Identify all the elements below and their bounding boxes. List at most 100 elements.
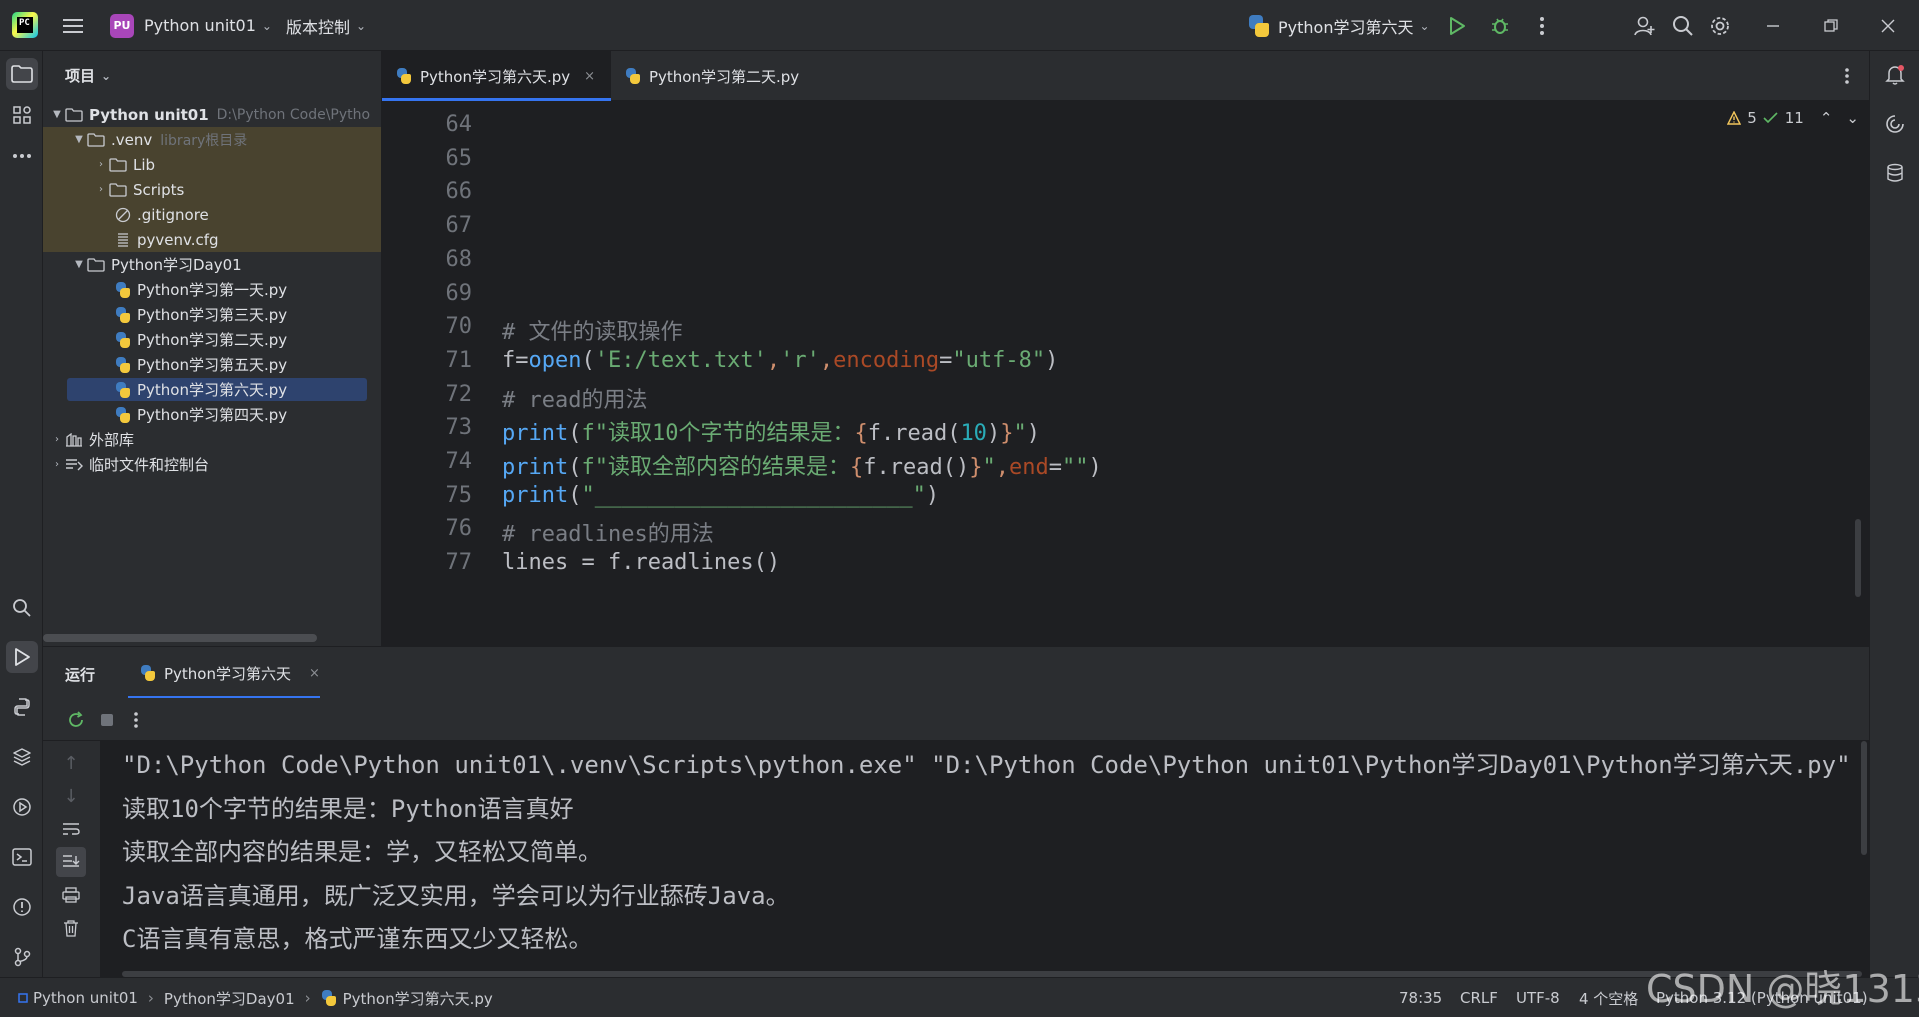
close-run-tab-icon[interactable]: × <box>309 666 320 681</box>
chevron-down-icon[interactable]: ▼ <box>71 134 87 145</box>
console-vertical-scrollbar[interactable] <box>1861 741 1867 855</box>
tree-item-py-file[interactable]: Python学习第四天.py <box>43 402 381 427</box>
project-horizontal-scrollbar[interactable] <box>43 634 317 642</box>
code-token: f"读取全部内容的结果是： <box>581 455 850 480</box>
pycharm-logo-icon[interactable]: PC <box>12 12 38 38</box>
vcs-menu[interactable]: 版本控制 ⌄ <box>286 0 366 51</box>
services-icon[interactable] <box>6 791 38 823</box>
run-tab[interactable]: Python学习第六天 × <box>128 647 320 699</box>
tree-item-project-root[interactable]: ▼ Python unit01 D:\Python Code\Pytho <box>43 102 381 127</box>
tree-item-day01-folder[interactable]: ▼ Python学习Day01 <box>43 252 381 277</box>
tree-item-lib[interactable]: › Lib <box>43 152 381 177</box>
tree-item-external-libraries[interactable]: › 外部库 <box>43 427 381 452</box>
stop-icon[interactable] <box>92 705 122 735</box>
soft-wrap-icon[interactable] <box>56 814 86 844</box>
breadcrumb-item[interactable]: Python unit01 <box>33 989 138 1007</box>
text-file-icon <box>118 232 128 247</box>
tree-item-scripts[interactable]: › Scripts <box>43 177 381 202</box>
editor-vertical-scrollbar[interactable] <box>1855 519 1861 597</box>
python-file-icon <box>396 68 412 84</box>
chevron-down-icon[interactable]: ▼ <box>49 109 65 120</box>
rerun-icon[interactable] <box>61 705 91 735</box>
project-tool-icon[interactable] <box>6 58 38 90</box>
tab-python-day6[interactable]: Python学习第六天.py × <box>382 51 611 101</box>
line-number: 72 <box>445 381 473 407</box>
main-menu-icon[interactable] <box>58 11 88 41</box>
folder-icon <box>65 107 83 122</box>
code-editor[interactable]: 64 65 66 67 68 69 70 71 72 73 74 75 76 77 # 文件的读取操作 f=… <box>382 101 1869 646</box>
chevron-right-icon[interactable]: › <box>93 159 109 170</box>
chevron-down-icon[interactable]: ⌄ <box>1846 109 1859 127</box>
scroll-down-icon[interactable]: ↓ <box>56 781 86 811</box>
run-icon[interactable] <box>1442 11 1472 41</box>
notifications-bell-icon[interactable] <box>1879 59 1911 91</box>
folder-icon <box>87 132 105 147</box>
folder-icon <box>109 157 127 172</box>
restore-icon[interactable] <box>1816 11 1846 41</box>
print-icon[interactable] <box>56 880 86 910</box>
more-actions-icon[interactable] <box>1527 11 1557 41</box>
line-separator[interactable]: CRLF <box>1460 978 1498 1017</box>
minimize-icon[interactable] <box>1758 11 1788 41</box>
tree-item-py-file-selected[interactable]: Python学习第六天.py <box>43 377 381 402</box>
breadcrumb-item[interactable]: Python学习第六天.py <box>343 988 493 1009</box>
code-line: # 文件的读取操作 <box>502 314 683 346</box>
debug-icon[interactable] <box>1485 11 1515 41</box>
code-token: , <box>766 347 781 373</box>
tree-item-py-file[interactable]: Python学习第三天.py <box>43 302 381 327</box>
chevron-right-icon[interactable]: › <box>49 459 65 470</box>
structure-tool-icon[interactable] <box>6 99 38 131</box>
console-output[interactable]: "D:\Python Code\Python unit01\.venv\Scri… <box>100 741 1869 977</box>
run-more-options-icon[interactable] <box>121 705 151 735</box>
file-encoding[interactable]: UTF-8 <box>1516 978 1560 1017</box>
chevron-right-icon[interactable]: › <box>49 434 65 445</box>
breadcrumb-item[interactable]: Python学习Day01 <box>164 988 295 1009</box>
run-tool-icon[interactable] <box>6 641 38 673</box>
code-token: , <box>819 347 834 373</box>
project-selector[interactable]: PU Python unit01 ⌄ <box>110 0 272 51</box>
search-icon[interactable] <box>1668 11 1698 41</box>
scratches-icon <box>66 458 83 470</box>
run-tool-window-header: 运行 Python学习第六天 × <box>43 646 1869 699</box>
tree-item-pyvenv-cfg[interactable]: pyvenv.cfg <box>43 227 381 252</box>
indent-setting[interactable]: 4 个空格 <box>1579 978 1638 1017</box>
find-tool-icon[interactable] <box>6 592 38 624</box>
chevron-right-icon[interactable]: › <box>93 184 109 195</box>
more-tools-icon[interactable] <box>6 140 38 172</box>
code-token: f.read() <box>863 455 970 480</box>
inspection-widget[interactable]: 5 11 ⌃ ⌄ <box>1727 109 1859 127</box>
tree-item-py-file[interactable]: Python学习第二天.py <box>43 327 381 352</box>
code-token: end <box>1008 455 1049 480</box>
database-icon[interactable] <box>1879 157 1911 189</box>
project-panel-header[interactable]: 项目 ⌄ <box>65 65 111 86</box>
tab-options-icon[interactable] <box>1832 61 1862 91</box>
chevron-up-icon[interactable]: ⌃ <box>1820 109 1833 127</box>
terminal-icon[interactable] <box>6 841 38 873</box>
scroll-to-end-icon[interactable] <box>56 847 86 877</box>
trash-icon[interactable] <box>56 913 86 943</box>
caret-position[interactable]: 78:35 <box>1399 978 1442 1017</box>
tree-item-scratches[interactable]: › 临时文件和控制台 <box>43 452 381 477</box>
code-line: f=open('E:/text.txt','r',encoding="utf-8… <box>502 348 1058 373</box>
code-line: print(f"读取全部内容的结果是：{f.read()}",end="") <box>502 449 1102 481</box>
settings-gear-icon[interactable] <box>1705 11 1735 41</box>
scroll-up-icon[interactable]: ↑ <box>56 748 86 778</box>
close-tab-icon[interactable]: × <box>584 69 595 84</box>
tree-item-py-file[interactable]: Python学习第五天.py <box>43 352 381 377</box>
git-icon[interactable] <box>6 941 38 973</box>
close-window-icon[interactable] <box>1873 11 1903 41</box>
python-console-icon[interactable] <box>6 691 38 723</box>
run-config-selector[interactable]: Python学习第六天 ⌄ <box>1248 0 1430 51</box>
ai-assistant-icon[interactable] <box>1879 108 1911 140</box>
add-user-icon[interactable] <box>1630 11 1660 41</box>
tree-item-venv[interactable]: ▼ .venv library根目录 <box>43 127 381 152</box>
tab-python-day2[interactable]: Python学习第二天.py <box>611 51 813 101</box>
code-token: "utf-8" <box>952 347 1046 373</box>
tree-item-gitignore[interactable]: .gitignore <box>43 202 381 227</box>
tree-item-label: Python学习第三天.py <box>137 306 288 324</box>
tree-item-py-file[interactable]: Python学习第一天.py <box>43 277 381 302</box>
chevron-down-icon[interactable]: ▼ <box>71 259 87 270</box>
layers-icon[interactable] <box>6 741 38 773</box>
problems-icon[interactable] <box>6 891 38 923</box>
tree-item-label: Python学习Day01 <box>111 256 242 274</box>
